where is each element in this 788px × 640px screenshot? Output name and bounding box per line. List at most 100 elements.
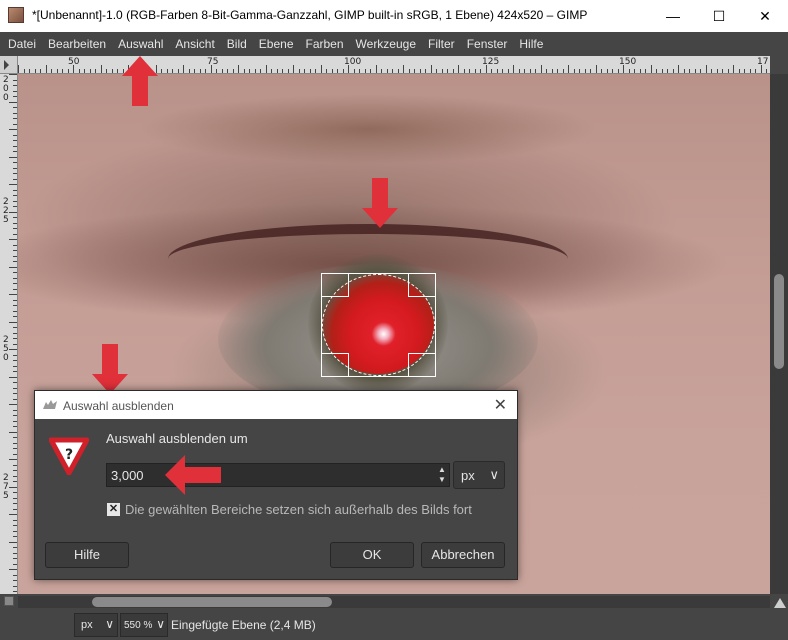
vertical-scroll-thumb[interactable]	[774, 274, 784, 369]
selection-handle[interactable]	[321, 353, 349, 377]
menu-ebene[interactable]: Ebene	[253, 32, 300, 56]
ruler-tick	[13, 437, 17, 438]
status-unit-label: px	[81, 619, 93, 631]
extend-outside-checkbox[interactable]: ✕	[107, 503, 120, 516]
extend-outside-label[interactable]: Die gewählten Bereiche setzen sich außer…	[125, 502, 472, 517]
ruler-tick	[13, 338, 17, 339]
ruler-tick	[623, 65, 624, 73]
ruler-tick	[13, 277, 17, 279]
fade-radius-input[interactable]: 3,000 ▲ ▼	[106, 463, 450, 487]
ruler-tick	[749, 69, 751, 73]
zoom-dropdown[interactable]: 550 % ∨	[120, 613, 168, 637]
horizontal-scrollbar[interactable]	[18, 596, 770, 608]
ruler-tick	[375, 65, 377, 73]
ruler-tick	[342, 69, 344, 73]
ruler-tick	[9, 486, 17, 488]
ruler-tick	[271, 69, 272, 73]
ruler-tick	[9, 541, 17, 543]
ruler-tick	[386, 69, 388, 73]
vertical-ruler[interactable]: 200 225 250 275	[0, 74, 18, 594]
menu-datei[interactable]: Datei	[2, 32, 42, 56]
warning-icon: ?	[49, 437, 89, 475]
ruler-tick	[13, 140, 17, 141]
ruler-tick	[13, 178, 17, 180]
status-unit-dropdown[interactable]: px ∨	[74, 613, 118, 637]
ruler-tick	[216, 69, 217, 73]
selection-handle[interactable]	[408, 273, 436, 297]
ruler-tick	[13, 305, 17, 306]
ruler-tick	[634, 69, 635, 73]
menu-hilfe[interactable]: Hilfe	[513, 32, 549, 56]
menu-bearbeiten[interactable]: Bearbeiten	[42, 32, 112, 56]
fade-radius-value[interactable]: 3,000	[111, 468, 144, 483]
dialog-close-icon[interactable]: ✕	[494, 395, 507, 415]
ruler-tick	[452, 69, 454, 73]
ruler-tick	[51, 69, 52, 73]
ruler-tick	[656, 69, 657, 73]
ruler-tick	[661, 69, 663, 73]
ruler-tick	[78, 69, 80, 73]
ruler-tick	[518, 69, 520, 73]
ruler-tick	[513, 65, 514, 73]
ruler-corner-button[interactable]	[0, 56, 18, 74]
ruler-tick	[480, 69, 481, 73]
ruler-tick	[34, 69, 36, 73]
ruler-tick	[13, 547, 17, 548]
menu-ansicht[interactable]: Ansicht	[169, 32, 220, 56]
ok-button[interactable]: OK	[330, 542, 414, 568]
statusbar: px ∨ 550 % ∨ Eingefügte Ebene (2,4 MB)	[0, 610, 788, 640]
ruler-tick	[557, 69, 558, 73]
layer-info: Eingefügte Ebene (2,4 MB)	[171, 618, 316, 632]
ruler-tick	[13, 151, 17, 152]
quick-mask-toggle[interactable]	[4, 596, 14, 606]
menu-bild[interactable]: Bild	[221, 32, 253, 56]
navigate-icon[interactable]	[774, 598, 786, 608]
vertical-scrollbar[interactable]	[770, 74, 788, 594]
menu-werkzeuge[interactable]: Werkzeuge	[350, 32, 422, 56]
ruler-tick	[441, 69, 443, 73]
ruler-tick	[689, 69, 690, 73]
ruler-tick	[13, 475, 17, 477]
ruler-tick	[40, 69, 41, 73]
dialog-heading: Auswahl ausblenden um	[106, 431, 248, 446]
ruler-tick	[13, 255, 17, 257]
ruler-tick	[469, 69, 470, 73]
ruler-tick	[45, 65, 47, 73]
ruler-tick	[672, 69, 674, 73]
ruler-tick	[601, 69, 602, 73]
selection-handle[interactable]	[321, 273, 349, 297]
ruler-tick	[447, 69, 448, 73]
horizontal-scroll-thumb[interactable]	[92, 597, 332, 607]
menu-farben[interactable]: Farben	[300, 32, 350, 56]
ruler-tick	[221, 69, 223, 73]
ruler-tick	[13, 371, 17, 372]
close-window-button[interactable]: ✕	[742, 0, 788, 32]
help-button[interactable]: Hilfe	[45, 542, 129, 568]
ruler-tick	[337, 69, 338, 73]
minimize-button[interactable]: —	[650, 0, 696, 32]
dialog-title: Auswahl ausblenden	[63, 399, 174, 413]
ruler-tick	[227, 69, 228, 73]
spin-arrows-icon[interactable]: ▲ ▼	[437, 465, 447, 485]
ruler-tick	[13, 409, 17, 411]
ruler-tick	[13, 283, 17, 284]
ruler-tick	[13, 96, 17, 97]
menu-auswahl[interactable]: Auswahl	[112, 32, 169, 56]
ruler-tick	[13, 536, 17, 537]
ruler-tick	[639, 69, 641, 73]
ruler-tick	[667, 69, 668, 73]
cancel-button[interactable]: Abbrechen	[421, 542, 505, 568]
maximize-button[interactable]: ☐	[696, 0, 742, 32]
ruler-tick	[9, 101, 17, 103]
menu-fenster[interactable]: Fenster	[461, 32, 514, 56]
ruler-tick	[705, 65, 707, 73]
ruler-tick	[13, 310, 17, 312]
ruler-tick	[238, 65, 239, 73]
menu-filter[interactable]: Filter	[422, 32, 461, 56]
ruler-tick	[205, 69, 206, 73]
dialog-titlebar: Auswahl ausblenden ✕	[35, 391, 517, 419]
ruler-tick	[13, 107, 17, 108]
ruler-tick	[13, 206, 17, 207]
unit-dropdown[interactable]: px ∨	[453, 461, 505, 489]
selection-handle[interactable]	[408, 353, 436, 377]
